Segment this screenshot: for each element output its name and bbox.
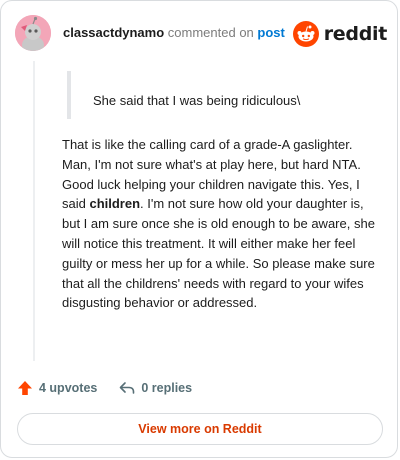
- upvote-arrow-icon: [18, 381, 32, 395]
- blockquote: She said that I was being ridiculous\: [67, 71, 367, 119]
- view-more-button[interactable]: View more on Reddit: [17, 413, 383, 445]
- post-link[interactable]: post: [257, 25, 284, 40]
- comment-paragraph: That is like the calling card of a grade…: [62, 135, 382, 313]
- username-link[interactable]: classactdynamo: [63, 25, 164, 40]
- avatar[interactable]: [15, 15, 51, 51]
- commented-on-text: commented on: [167, 25, 254, 40]
- reddit-logo[interactable]: reddit: [292, 21, 388, 47]
- replies-button[interactable]: 0 replies: [119, 380, 192, 396]
- thread-line: [33, 61, 35, 361]
- comment-actions: 4 upvotes 0 replies: [17, 377, 192, 399]
- upvote-button[interactable]: 4 upvotes: [17, 380, 97, 396]
- comment-header: classactdynamo commented on post reddit: [15, 15, 387, 53]
- replies-count: 0 replies: [141, 381, 193, 395]
- comment-text-end: . I'm not sure how old your daughter is,…: [62, 196, 375, 311]
- reply-arrow-icon: [120, 382, 135, 394]
- reddit-logo-icon: [292, 21, 319, 47]
- quote-text: She said that I was being ridiculous\: [93, 93, 301, 108]
- upvotes-count: 4 upvotes: [39, 381, 98, 395]
- comment-meta: classactdynamo commented on post: [63, 25, 285, 41]
- embedded-comment-card: classactdynamo commented on post reddit …: [0, 0, 398, 458]
- reddit-wordmark: reddit: [323, 23, 388, 45]
- comment-bold-word: children: [89, 196, 141, 212]
- comment-body: That is like the calling card of a grade…: [62, 135, 382, 313]
- snoo-avatar-icon: [15, 15, 51, 51]
